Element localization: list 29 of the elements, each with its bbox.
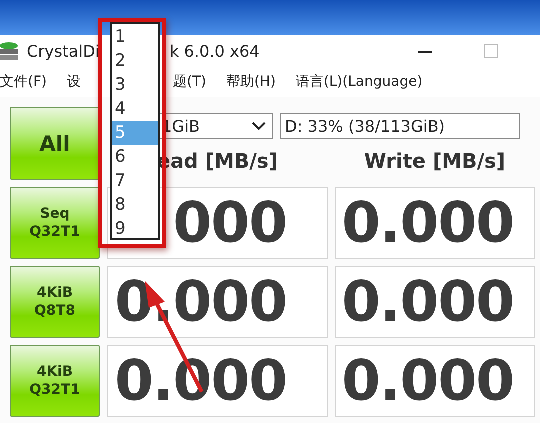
window-title: CrystalDi bbox=[27, 42, 100, 60]
test-button[interactable]: 4KiB Q32T1 bbox=[10, 345, 100, 417]
drive-select[interactable]: D: 33% (38/113GiB) bbox=[280, 113, 520, 139]
list-option[interactable]: 7 bbox=[112, 169, 158, 193]
all-button[interactable]: All bbox=[10, 107, 100, 180]
test-button[interactable]: 4KiB Q8T8 bbox=[10, 266, 100, 338]
list-option[interactable]: 3 bbox=[112, 73, 158, 97]
menu-item[interactable]: 帮助(H) bbox=[226, 73, 276, 91]
list-option[interactable]: 9 bbox=[112, 217, 158, 241]
menu-item[interactable]: 设 bbox=[66, 73, 81, 91]
window-title: k 6.0.0 x64 bbox=[170, 42, 260, 60]
menu-item[interactable]: 文件(F) bbox=[0, 73, 47, 91]
list-option[interactable]: 6 bbox=[112, 145, 158, 169]
list-option[interactable]: 4 bbox=[112, 97, 158, 121]
size-select[interactable]: 1GiB bbox=[157, 113, 273, 139]
chevron-down-icon bbox=[252, 122, 266, 130]
column-header: Write [MB/s] bbox=[364, 149, 506, 173]
write-value: 0.000 bbox=[342, 348, 514, 414]
menu-item[interactable]: 题(T) bbox=[172, 73, 206, 91]
disk-app-icon bbox=[0, 41, 18, 61]
write-value: 0.000 bbox=[342, 270, 514, 334]
test-button[interactable]: Seq Q32T1 bbox=[10, 187, 100, 259]
read-value: 0.000 bbox=[114, 348, 287, 414]
list-option[interactable]: 2 bbox=[112, 49, 158, 73]
list-option[interactable]: 1 bbox=[112, 25, 158, 49]
read-value: 000 bbox=[173, 190, 287, 256]
list-option[interactable]: 8 bbox=[112, 193, 158, 217]
menu-item[interactable]: 语言(L)(Language) bbox=[296, 73, 423, 91]
write-value: 0.000 bbox=[342, 190, 514, 256]
